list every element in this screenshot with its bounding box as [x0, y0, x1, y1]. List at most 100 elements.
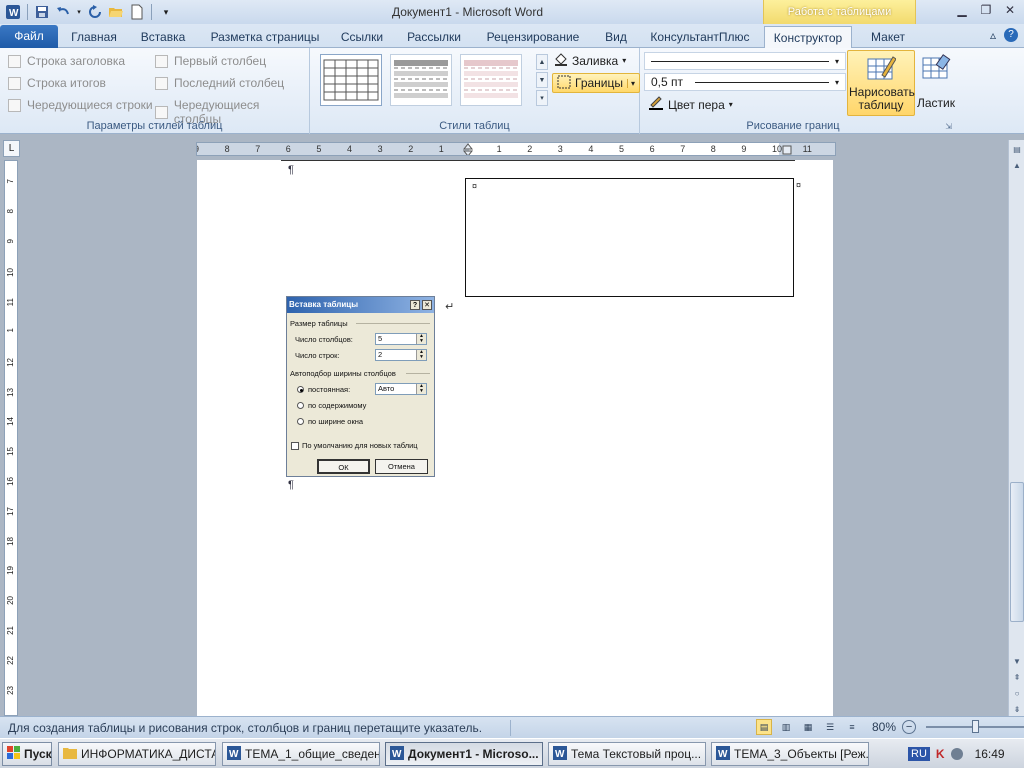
outline-icon[interactable]: ☰	[822, 719, 838, 735]
borders-button[interactable]: Границы ▾	[552, 73, 641, 93]
group-label: Параметры стилей таблиц	[86, 120, 223, 132]
pen-color-button[interactable]: Цвет пера ▾	[648, 96, 733, 113]
spinner-arrows-icon[interactable]: ▲ ▼	[416, 384, 426, 394]
zoom-level[interactable]: 80%	[872, 720, 896, 734]
dialog-title-bar: Вставка таблицы ? ✕	[287, 297, 434, 313]
cell-end-mark: ¤	[472, 181, 478, 191]
taskbar-item-word-doc[interactable]: W Тема Текстовый проц...	[548, 742, 706, 766]
folder-icon	[63, 747, 77, 762]
restore-icon[interactable]: ❐	[974, 0, 998, 20]
scroll-up-icon[interactable]: ▲	[1010, 158, 1024, 172]
ruler-tick-label: 1	[496, 144, 502, 154]
gallery-scroll-up-icon[interactable]: ▲	[536, 54, 548, 70]
draw-table-button[interactable]: Нарисовать таблицу	[847, 50, 915, 116]
cancel-button[interactable]: Отмена	[375, 459, 428, 474]
borders-dropdown-icon[interactable]: ▾	[627, 78, 635, 88]
dialog-launcher-icon[interactable]: ⇲	[945, 122, 952, 131]
ruler-tick-label: 18	[6, 536, 15, 546]
tab-page-layout[interactable]: Разметка страницы	[202, 26, 328, 48]
taskbar-item-word-doc[interactable]: W ТЕМА_1_общие_сведен...	[222, 742, 380, 766]
tab-selector-icon[interactable]: L	[3, 140, 20, 157]
help-icon[interactable]: ?	[1004, 28, 1018, 42]
zoom-slider[interactable]	[926, 720, 1024, 733]
tab-references[interactable]: Ссылки	[334, 26, 390, 48]
line-weight-dropdown[interactable]: 0,5 пт ▾	[644, 73, 846, 91]
spinner-arrows-icon[interactable]: ▲ ▼	[416, 350, 426, 360]
zoom-out-icon[interactable]: −	[902, 720, 917, 734]
tab-insert[interactable]: Вставка	[132, 26, 194, 48]
close-icon[interactable]: ✕	[998, 0, 1022, 20]
ruler-tick-label: 16	[6, 477, 15, 486]
network-icon[interactable]	[950, 748, 963, 760]
ruler-tick-label: 7	[6, 179, 15, 184]
select-browse-object-icon[interactable]: ○	[1010, 686, 1024, 700]
ruler-tick-label: 10	[6, 268, 15, 278]
ribbon-tabs: Файл Главная Вставка Разметка страницы С…	[0, 24, 1024, 49]
tab-review[interactable]: Рецензирование	[478, 26, 588, 48]
tab-home[interactable]: Главная	[62, 26, 126, 48]
tab-view[interactable]: Вид	[598, 26, 634, 48]
section-divider	[356, 323, 430, 324]
taskbar-item-label: Тема Текстовый проц...	[571, 747, 702, 761]
radio-autofit-content[interactable]: по содержимому	[297, 401, 366, 410]
table-cell[interactable]: ¤	[465, 178, 794, 297]
scroll-down-icon[interactable]: ▼	[1010, 654, 1024, 668]
taskbar-item-folder[interactable]: ИНФОРМАТИКА_ДИСТА...	[58, 742, 216, 766]
scrollbar-thumb[interactable]	[1010, 482, 1024, 622]
default-for-new-tables-checkbox[interactable]: По умолчанию для новых таблиц	[291, 441, 418, 450]
radio-circle	[297, 418, 304, 425]
antivirus-icon[interactable]: K	[936, 747, 945, 761]
tab-mailings[interactable]: Рассылки	[400, 26, 468, 48]
ruler-tick-label: 12	[6, 357, 15, 367]
tab-file[interactable]: Файл	[0, 25, 58, 48]
svg-text:W: W	[392, 749, 402, 760]
horizontal-ruler[interactable]: 9876543211234567891011	[196, 142, 836, 156]
table-style-grid[interactable]	[320, 54, 382, 106]
word-doc-icon: W	[227, 745, 241, 763]
checkbox-banded-rows[interactable]: Чередующиеся строки	[8, 98, 153, 112]
tab-layout[interactable]: Макет	[860, 26, 916, 48]
cols-spinner[interactable]: 5 ▲ ▼	[375, 333, 427, 345]
taskbar-item-word-doc[interactable]: W Документ1 - Microso...	[385, 742, 543, 766]
line-style-dropdown[interactable]: ▾	[644, 52, 846, 70]
checkbox-total-row[interactable]: Строка итогов	[8, 76, 106, 90]
language-indicator[interactable]: RU	[908, 747, 930, 761]
gallery-scroll-down-icon[interactable]: ▼	[536, 72, 548, 88]
ruler-tick-label: 9	[197, 144, 199, 154]
dialog-close-icon[interactable]: ✕	[422, 300, 432, 310]
tab-consultantplus[interactable]: КонсультантПлюс	[644, 26, 756, 48]
fixed-width-spinner[interactable]: Авто ▲ ▼	[375, 383, 427, 395]
radio-autofit-window[interactable]: по ширине окна	[297, 417, 363, 426]
minimize-ribbon-icon[interactable]: ▵	[990, 28, 996, 42]
checkbox-first-column[interactable]: Первый столбец	[155, 54, 266, 68]
start-button[interactable]: Пуск	[2, 742, 52, 766]
spinner-arrows-icon[interactable]: ▲ ▼	[416, 334, 426, 344]
vertical-ruler[interactable]: 7891011112131415161718192021222324	[4, 160, 18, 716]
ruler-tick-label: 11	[6, 298, 15, 307]
previous-page-icon[interactable]: ⇞	[1010, 670, 1024, 684]
next-page-icon[interactable]: ⇟	[1010, 702, 1024, 716]
table-style-light-pink[interactable]	[460, 54, 522, 106]
print-layout-icon[interactable]: ▤	[756, 719, 772, 735]
ok-button[interactable]: ОК	[317, 459, 370, 474]
dialog-help-icon[interactable]: ?	[410, 300, 420, 310]
radio-fixed-width[interactable]: постоянная:	[297, 385, 350, 394]
table-style-shaded-gray[interactable]	[390, 54, 452, 106]
gallery-more-icon[interactable]: ▾	[536, 90, 548, 106]
zoom-slider-knob[interactable]	[972, 720, 980, 733]
full-screen-reading-icon[interactable]: ▥	[778, 719, 794, 735]
taskbar-item-word-doc[interactable]: W ТЕМА_3_Объекты [Реж...	[711, 742, 869, 766]
view-ruler-icon[interactable]: ▤	[1010, 142, 1024, 156]
checkbox-last-column[interactable]: Последний столбец	[155, 76, 284, 90]
web-layout-icon[interactable]: ▦	[800, 719, 816, 735]
tab-design[interactable]: Конструктор	[764, 26, 852, 49]
rows-spinner[interactable]: 2 ▲ ▼	[375, 349, 427, 361]
minimize-icon[interactable]: ▁	[950, 0, 974, 20]
eraser-button[interactable]: Ластик	[916, 50, 956, 116]
shading-button[interactable]: Заливка ▾	[554, 52, 626, 69]
draw-table-label: Нарисовать таблицу	[849, 85, 915, 112]
checkbox-header-row[interactable]: Строка заголовка	[8, 54, 125, 68]
vertical-scrollbar[interactable]: ▤ ▲ ▼ ⇞ ○ ⇟	[1008, 140, 1024, 716]
clock: 16:49	[974, 747, 1005, 761]
draft-icon[interactable]: ≡	[844, 719, 860, 735]
